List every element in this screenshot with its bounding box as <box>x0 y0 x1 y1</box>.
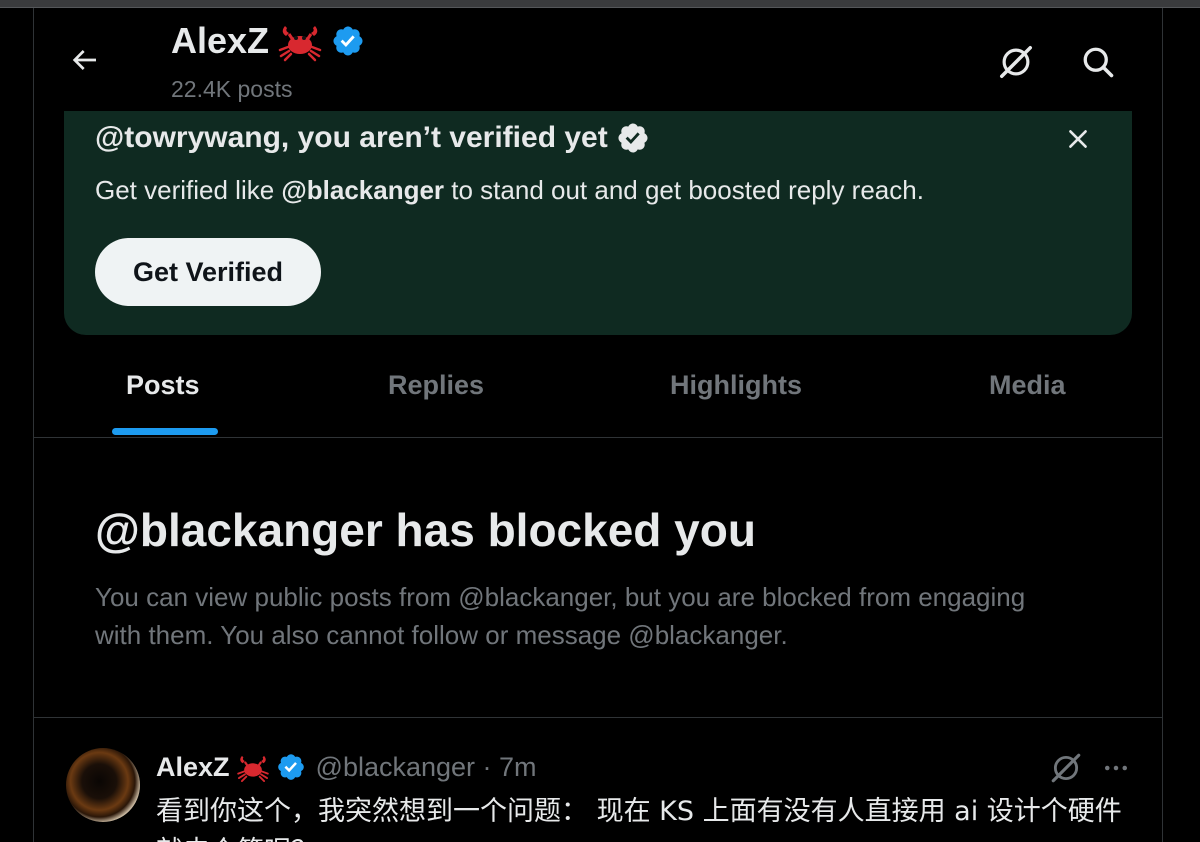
active-tab-indicator <box>112 428 218 435</box>
banner-close-button[interactable] <box>1060 121 1096 157</box>
back-arrow-icon <box>72 50 96 70</box>
banner-handle-link[interactable]: @blackanger <box>281 175 444 205</box>
tab-posts[interactable]: Posts <box>126 370 200 401</box>
close-icon <box>1069 130 1087 148</box>
more-icon <box>1105 765 1127 771</box>
banner-description: Get verified like @blackanger to stand o… <box>95 175 924 206</box>
tab-highlights[interactable]: Highlights <box>670 370 802 401</box>
blocked-description: You can view public posts from @blackang… <box>95 582 1026 650</box>
banner-title-text: @towrywang, you aren’t verified yet <box>95 121 608 154</box>
profile-tabs: Posts Replies Highlights Media <box>34 348 1162 438</box>
post-header: AlexZ @blackanger · 7m <box>156 751 537 783</box>
search-icon <box>1083 47 1114 78</box>
profile-title: AlexZ <box>171 20 365 62</box>
verified-badge-icon <box>618 123 648 153</box>
post-text: 看到你这个，我突然想到一个问题： 现在 KS 上面有没有人直接用 ai 设计个硬… <box>156 796 1122 842</box>
search-button[interactable] <box>1076 40 1120 84</box>
crab-emoji-icon <box>278 26 322 62</box>
tab-media[interactable]: Media <box>989 370 1066 401</box>
grok-button[interactable] <box>994 40 1038 84</box>
verified-badge-icon <box>333 26 363 56</box>
post-count: 22.4K posts <box>171 76 293 102</box>
banner-text-after: to stand out and get boosted reply reach… <box>444 175 924 205</box>
profile-name: AlexZ <box>171 20 270 61</box>
post-grok-button[interactable] <box>1046 748 1086 788</box>
window-top-edge <box>0 0 1200 8</box>
post-handle-time[interactable]: @blackanger · 7m <box>316 752 537 783</box>
divider <box>34 717 1162 718</box>
back-button[interactable] <box>64 40 104 80</box>
blocked-title: @blackanger has blocked you <box>95 504 756 556</box>
get-verified-button[interactable]: Get Verified <box>95 238 321 306</box>
avatar[interactable] <box>66 748 140 822</box>
profile-column: AlexZ 22.4K posts @towrywang, you aren’t <box>33 8 1163 842</box>
tab-replies[interactable]: Replies <box>388 370 484 401</box>
grok-icon <box>1051 753 1081 783</box>
post-more-button[interactable] <box>1096 748 1136 788</box>
verification-banner: @towrywang, you aren’t verified yet Get … <box>64 111 1132 335</box>
banner-title: @towrywang, you aren’t verified yet <box>95 121 650 155</box>
banner-text-before: Get verified like <box>95 175 282 205</box>
post-author-name[interactable]: AlexZ <box>156 752 230 783</box>
verified-badge-icon <box>277 754 304 780</box>
grok-icon <box>1000 46 1032 78</box>
crab-emoji-icon <box>236 755 269 782</box>
